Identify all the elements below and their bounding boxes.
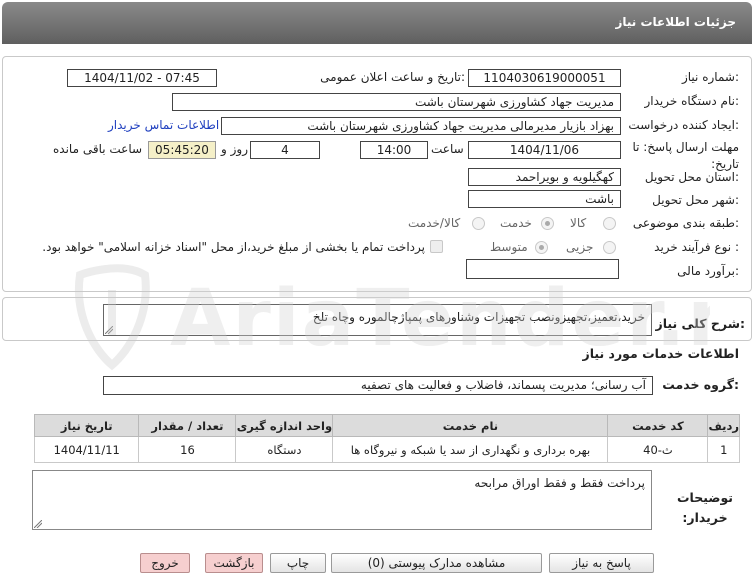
summary-field: خرید،تعمیز،تجهیزونصب تجهیزات وشناورهای پ… [103, 304, 652, 336]
print-button[interactable]: چاپ [270, 553, 326, 573]
city-label: شهر محل تحویل: [652, 193, 739, 207]
back-button[interactable]: بازگشت [205, 553, 263, 573]
col-header-quantity: تعداد / مقدار [138, 414, 237, 437]
col-header-service-code: کد خدمت [607, 414, 709, 437]
deadline-label: مهلت ارسال پاسخ: تا تاریخ: [632, 140, 739, 171]
cell-quantity: 16 [138, 436, 237, 463]
summary-resize-handle[interactable] [105, 326, 113, 334]
province-field: کهگیلویه و بویراحمد [468, 168, 621, 186]
days-label: روز و [221, 142, 248, 156]
process-option-medium-label: متوسط [490, 240, 528, 254]
province-label: استان محل تحویل: [644, 170, 739, 184]
category-option-goods-label: کالا [570, 216, 587, 230]
category-label: طبقه بندی موضوعی: [632, 216, 739, 230]
services-table-header: ردیف کد خدمت نام خدمت واحد اندازه گیری ت… [33, 414, 740, 437]
cell-service-name: بهره برداری و نگهداری از سد یا شبکه و نی… [332, 436, 609, 463]
budget-field[interactable] [466, 259, 619, 279]
notes-resize-handle[interactable] [34, 520, 42, 528]
exit-button[interactable]: خروج [140, 553, 190, 573]
buyer-notes-label: توضیحات خریدار: [677, 490, 733, 525]
deadline-time-label: ساعت [431, 142, 464, 156]
category-goods-radio[interactable] [603, 217, 616, 230]
services-section-title: اطلاعات خدمات مورد نیاز [582, 346, 740, 361]
info-panel [2, 56, 752, 292]
creator-label: ایجاد کننده درخواست: [628, 118, 739, 132]
days-remaining-field: 4 [250, 141, 320, 159]
cell-unit: دستگاه [235, 436, 334, 463]
process-option-partial-label: جزیی [566, 240, 594, 254]
page-header: جزئیات اطلاعات نیاز [2, 2, 752, 44]
category-both-radio[interactable] [472, 217, 485, 230]
service-group-label: گروه خدمت: [662, 377, 739, 392]
deadline-time-field: 14:00 [360, 141, 428, 159]
treasury-payment-checkbox[interactable] [430, 240, 443, 253]
services-table: ردیف کد خدمت نام خدمت واحد اندازه گیری ت… [33, 414, 740, 463]
category-option-service-label: خدمت [500, 216, 532, 230]
buyer-notes-field: پرداخت فقط و فقط اوراق مرابحه [32, 470, 652, 530]
cell-row-number: 1 [707, 436, 740, 463]
buyer-org-label: نام دستگاه خریدار: [644, 94, 740, 108]
announce-label: تاریخ و ساعت اعلان عمومی: [320, 70, 465, 84]
category-service-radio[interactable] [541, 217, 554, 230]
col-header-service-name: نام خدمت [332, 414, 609, 437]
category-option-both-label: کالا/خدمت [408, 216, 461, 230]
page-title: جزئیات اطلاعات نیاز [615, 15, 736, 29]
budget-label: برآورد مالی: [677, 264, 739, 278]
deadline-date-field: 1404/11/06 [468, 141, 621, 159]
need-number-label: شماره نیاز: [681, 70, 739, 84]
remaining-time-field: 05:45:20 [148, 141, 216, 159]
city-field: باشت [468, 190, 621, 208]
col-header-need-date: تاریخ نیاز [33, 414, 140, 437]
service-group-field: آب رسانی؛ مدیریت پسماند، فاضلاب و فعالیت… [103, 376, 653, 395]
announce-field: 1404/11/02 - 07:45 [67, 69, 217, 87]
buyer-org-field: مدیریت جهاد کشاورزی شهرستان باشت [172, 93, 621, 111]
treasury-payment-note: پرداخت تمام یا بخشی از مبلغ خرید،از محل … [42, 240, 425, 254]
cell-need-date: 1404/11/11 [33, 436, 140, 463]
creator-field: بهزاد بازیار مدیرمالی مدیریت جهاد کشاورز… [221, 117, 621, 135]
summary-label: شرح کلی نیاز: [655, 316, 746, 331]
view-attachments-button[interactable]: مشاهده مدارک پیوستی (0) [331, 553, 542, 573]
table-row: 1 ث-40 بهره برداری و نگهداری از سد یا شب… [33, 436, 740, 463]
col-header-unit: واحد اندازه گیری [235, 414, 334, 437]
cell-service-code: ث-40 [607, 436, 709, 463]
reply-button[interactable]: پاسخ به نیاز [549, 553, 654, 573]
col-header-row-number: ردیف [707, 414, 740, 437]
contact-info-link[interactable]: اطلاعات تماس خریدار [108, 118, 219, 132]
remaining-time-label: ساعت باقی مانده [53, 142, 143, 156]
process-medium-radio[interactable] [535, 241, 548, 254]
process-label: نوع فرآیند خرید : [654, 240, 739, 254]
process-partial-radio[interactable] [603, 241, 616, 254]
need-number-field: 1104030619000051 [468, 69, 621, 87]
